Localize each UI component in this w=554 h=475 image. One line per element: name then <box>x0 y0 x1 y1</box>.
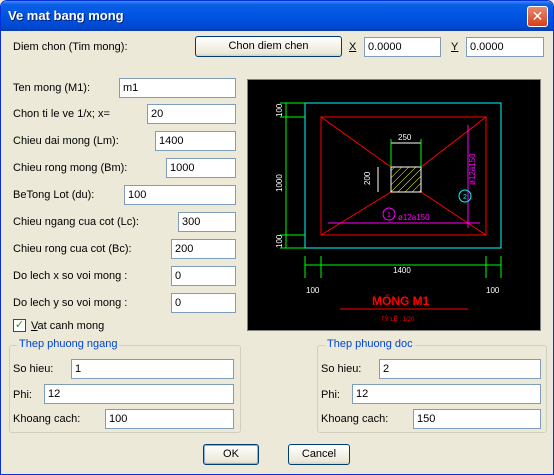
choose-point-label: Chon diem chen <box>228 40 309 52</box>
x-label: X <box>349 41 357 53</box>
dim-200-text: 200 <box>363 171 372 185</box>
ten-mong-input[interactable]: m1 <box>119 78 236 98</box>
ok-button[interactable]: OK <box>203 444 259 465</box>
ngang-so-hieu-input[interactable]: 1 <box>71 359 234 379</box>
foundation-preview: 250 200 100 1000 100 1400 100 100 ø12a15 <box>247 79 541 331</box>
vat-canh-checkbox[interactable]: ✓ <box>13 319 26 332</box>
foundation-drawing: 250 200 100 1000 100 1400 100 100 ø12a15 <box>275 102 502 323</box>
cot-rong-input[interactable]: 200 <box>171 239 236 259</box>
lech-x-input[interactable]: 0 <box>171 266 236 286</box>
dialog-window: Ve mat bang mong ✕ Diem chon (Tim mong):… <box>0 0 554 475</box>
chieu-rong-input[interactable]: 1000 <box>166 158 236 178</box>
drawing-scale: TỶ LỆ : 1/20 <box>381 315 415 323</box>
ngang-phi-input[interactable]: 12 <box>44 384 234 404</box>
ti-le-label: Chon ti le ve 1/x; x= <box>13 108 110 120</box>
thep-doc-title: Thep phuong doc <box>325 338 415 350</box>
lech-y-label: Do lech y so voi mong : <box>13 297 128 309</box>
ngang-khoang-cach-label: Khoang cach: <box>13 413 81 425</box>
lech-x-label: Do lech x so voi mong : <box>13 270 128 282</box>
chieu-dai-input[interactable]: 1400 <box>155 131 236 151</box>
rebar-bottom-text: ø12a150 <box>398 213 430 222</box>
chamfer-line <box>320 116 392 168</box>
window-title: Ve mat bang mong <box>8 8 124 23</box>
doc-khoang-cach-label: Khoang cach: <box>321 413 389 425</box>
betong-lot-input[interactable]: 100 <box>124 185 236 205</box>
ngang-khoang-cach-input[interactable]: 100 <box>105 409 234 429</box>
cot-ngang-input[interactable]: 300 <box>178 212 236 232</box>
dim-100-left-text: 100 <box>306 286 320 295</box>
close-icon: ✕ <box>531 8 544 24</box>
dim-100-right-text: 100 <box>486 286 500 295</box>
dim-1000-text: 1000 <box>275 174 284 192</box>
checkmark-icon: ✓ <box>14 319 25 331</box>
dim-100-bottom-text: 100 <box>275 234 284 248</box>
marker-2-text: 2 <box>463 194 467 201</box>
doc-so-hieu-input[interactable]: 2 <box>379 359 541 379</box>
marker-1-text: 1 <box>387 212 391 219</box>
dim-100-top-text: 100 <box>275 103 284 117</box>
ngang-phi-label: Phi: <box>13 389 32 401</box>
y-label: Y <box>451 41 459 53</box>
rebar-right-text: ø12a150 <box>468 153 477 185</box>
cancel-label: Cancel <box>301 448 337 460</box>
vat-canh-label: Vat canh mong <box>31 320 105 332</box>
column-section <box>390 166 422 193</box>
doc-phi-input[interactable]: 12 <box>352 384 541 404</box>
ok-label: OK <box>223 448 239 460</box>
doc-phi-label: Phi: <box>321 389 340 401</box>
doc-khoang-cach-input[interactable]: 150 <box>413 409 541 429</box>
thep-ngang-title: Thep phuong ngang <box>17 338 120 350</box>
ti-le-input[interactable]: 20 <box>147 104 236 124</box>
title-bar[interactable]: Ve mat bang mong ✕ <box>1 1 553 31</box>
x-coordinate-input[interactable]: 0.0000 <box>364 37 441 57</box>
dim-1400-text: 1400 <box>393 266 411 275</box>
dim-250-text: 250 <box>398 133 412 142</box>
y-coordinate-input[interactable]: 0.0000 <box>466 37 544 57</box>
doc-so-hieu-label: So hieu: <box>321 363 362 375</box>
lech-y-input[interactable]: 0 <box>171 293 236 313</box>
betong-lot-label: BeTong Lot (du): <box>13 189 95 201</box>
point-label: Diem chon (Tim mong): <box>13 41 128 53</box>
chamfer-line <box>320 191 392 236</box>
close-button[interactable]: ✕ <box>527 6 548 27</box>
ten-mong-label: Ten mong (M1): <box>13 82 91 94</box>
cot-ngang-label: Chieu ngang cua cot (Lc): <box>13 216 139 228</box>
drawing-title: MÓNG M1 <box>372 293 430 308</box>
ngang-so-hieu-label: So hieu: <box>13 363 54 375</box>
chamfer-line <box>420 191 487 236</box>
cot-rong-label: Chieu rong cua cot (Bc): <box>13 243 132 255</box>
cancel-button[interactable]: Cancel <box>288 444 350 465</box>
chieu-dai-label: Chieu dai mong (Lm): <box>13 135 119 147</box>
choose-point-button[interactable]: Chon diem chen <box>195 36 342 57</box>
chieu-rong-label: Chieu rong mong (Bm): <box>13 162 128 174</box>
